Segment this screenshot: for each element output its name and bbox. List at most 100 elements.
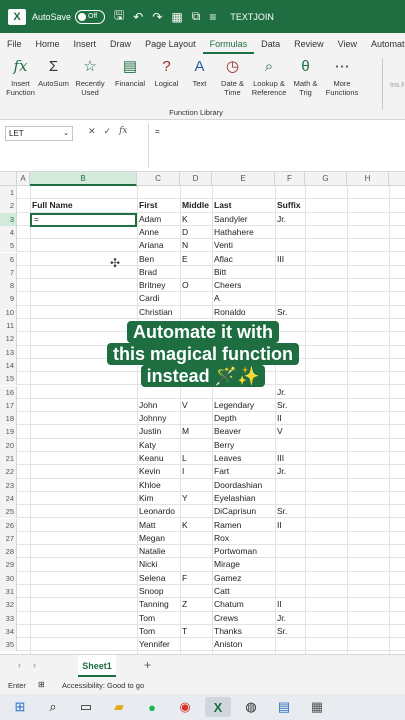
format-icon[interactable]: ⧉ [192, 9, 201, 24]
cell-first[interactable]: Katy [137, 439, 180, 452]
cell-last[interactable]: Crews [212, 612, 275, 625]
windows-icon[interactable]: ⊞ [7, 697, 33, 717]
cell-middle[interactable] [180, 266, 212, 279]
cell-suffix[interactable] [275, 479, 305, 492]
cell-last[interactable]: Aflac [212, 253, 275, 266]
cell-last[interactable]: Hathahere [212, 226, 275, 239]
tab-insert[interactable]: Insert [67, 39, 104, 54]
cell-middle[interactable]: O [180, 279, 212, 292]
recently-used-button[interactable]: ☆ Recently Used [70, 56, 110, 98]
row-header[interactable]: 2 [0, 199, 17, 213]
cell-last[interactable]: Rox [212, 532, 275, 545]
chevron-down-icon[interactable]: ⌄ [63, 127, 69, 140]
row-header[interactable]: 1 [0, 186, 17, 200]
tab-view[interactable]: View [331, 39, 364, 54]
cell-suffix[interactable]: Sr. [275, 306, 305, 319]
row-header[interactable]: 14 [0, 358, 17, 373]
cell-suffix[interactable]: III [275, 452, 305, 465]
row-header[interactable]: 15 [0, 372, 17, 386]
undo-icon[interactable]: ↶ [133, 10, 143, 24]
math-trig-button[interactable]: θ Math & Trig [289, 56, 322, 98]
cell-first[interactable]: Ariana [137, 239, 180, 252]
cell-first[interactable]: Britney [137, 279, 180, 292]
cell-last[interactable]: Cheers [212, 279, 275, 292]
cell-suffix[interactable] [275, 572, 305, 585]
cell-suffix[interactable] [275, 186, 305, 199]
row-header[interactable]: 7 [0, 265, 17, 280]
logical-button[interactable]: ? Logical [150, 56, 183, 97]
cell-first[interactable]: Johnny [137, 412, 180, 425]
cell-suffix[interactable] [275, 638, 305, 651]
select-all-corner[interactable] [0, 172, 17, 186]
cell-first[interactable]: Leonardo [137, 505, 180, 518]
cancel-icon[interactable]: ✕ [88, 126, 96, 137]
row-header[interactable]: 32 [0, 598, 17, 612]
calculator-icon[interactable]: ▦ [304, 697, 330, 717]
cell-middle[interactable] [180, 186, 212, 199]
row-header[interactable]: 6 [0, 252, 17, 266]
cell-middle[interactable]: F [180, 572, 212, 585]
cell-suffix[interactable] [275, 585, 305, 598]
cell-middle[interactable]: K [180, 213, 212, 226]
cell-last[interactable]: Gamez [212, 572, 275, 585]
row-header[interactable]: 18 [0, 412, 17, 426]
cell-last[interactable]: Ramen [212, 519, 275, 532]
column-header-a[interactable]: A [17, 172, 30, 186]
cell-first[interactable] [137, 186, 180, 199]
cell-first[interactable]: Natalie [137, 545, 180, 558]
accessibility-status[interactable]: Accessibility: Good to go [62, 681, 144, 690]
cell-first[interactable]: Ben [137, 253, 180, 266]
sheet-tab-sheet1[interactable]: Sheet1 [78, 655, 116, 677]
cell-first[interactable]: Tom [137, 625, 180, 638]
cell-last[interactable]: Ronaldo [212, 306, 275, 319]
cell-suffix[interactable]: V [275, 425, 305, 438]
spotify-icon[interactable]: ● [139, 697, 165, 717]
formula-input[interactable]: = [148, 124, 401, 168]
text-button[interactable]: A Text [183, 56, 216, 97]
column-header-c[interactable]: C [137, 172, 180, 186]
cell-first[interactable]: Keanu [137, 452, 180, 465]
row-header[interactable]: 28 [0, 545, 17, 559]
cell-suffix[interactable] [275, 492, 305, 505]
row-header[interactable]: 20 [0, 438, 17, 452]
row-header[interactable]: 22 [0, 465, 17, 479]
cell-first[interactable]: Tom [137, 612, 180, 625]
cell-suffix[interactable]: Jr. [275, 386, 305, 399]
row-header[interactable]: 30 [0, 571, 17, 585]
cell-last[interactable]: Catt [212, 585, 275, 598]
cell-last[interactable]: Depth [212, 412, 275, 425]
cell-first[interactable]: Kim [137, 492, 180, 505]
cell-suffix[interactable] [275, 292, 305, 305]
cell-suffix[interactable]: Sr. [275, 399, 305, 412]
cell-suffix[interactable]: Sr. [275, 505, 305, 518]
cell-middle[interactable] [180, 558, 212, 571]
cell-suffix[interactable]: Sr. [275, 625, 305, 638]
row-header[interactable]: 13 [0, 345, 17, 359]
row-header[interactable]: 33 [0, 611, 17, 625]
cell-suffix[interactable] [275, 239, 305, 252]
cell-suffix[interactable] [275, 266, 305, 279]
redo-icon[interactable]: ↷ [152, 10, 162, 24]
cell-last[interactable]: Chatum [212, 598, 275, 611]
tab-file[interactable]: File [0, 39, 29, 54]
cell-suffix[interactable] [275, 558, 305, 571]
cell-middle[interactable]: Y [180, 492, 212, 505]
cell-first[interactable]: Matt [137, 519, 180, 532]
column-header-f[interactable]: F [275, 172, 305, 186]
cell-middle[interactable]: Z [180, 598, 212, 611]
cell-first[interactable]: Anne [137, 226, 180, 239]
header-cell-suffix[interactable]: Suffix [275, 199, 305, 212]
cell-middle[interactable]: D [180, 226, 212, 239]
cell-middle[interactable] [180, 439, 212, 452]
lookup-reference-button[interactable]: ⌕ Lookup & Reference [249, 56, 289, 98]
cell-first[interactable]: Nicki [137, 558, 180, 571]
cell-suffix[interactable] [275, 545, 305, 558]
cell-middle[interactable]: E [180, 253, 212, 266]
cell-last[interactable]: Leaves [212, 452, 275, 465]
cell-middle[interactable]: T [180, 625, 212, 638]
row-header[interactable]: 31 [0, 585, 17, 599]
tab-formulas[interactable]: Formulas [202, 39, 255, 54]
row-header[interactable]: 11 [0, 319, 17, 333]
more-icon[interactable]: ≡ [209, 10, 216, 24]
cell-first[interactable]: Snoop [137, 585, 180, 598]
